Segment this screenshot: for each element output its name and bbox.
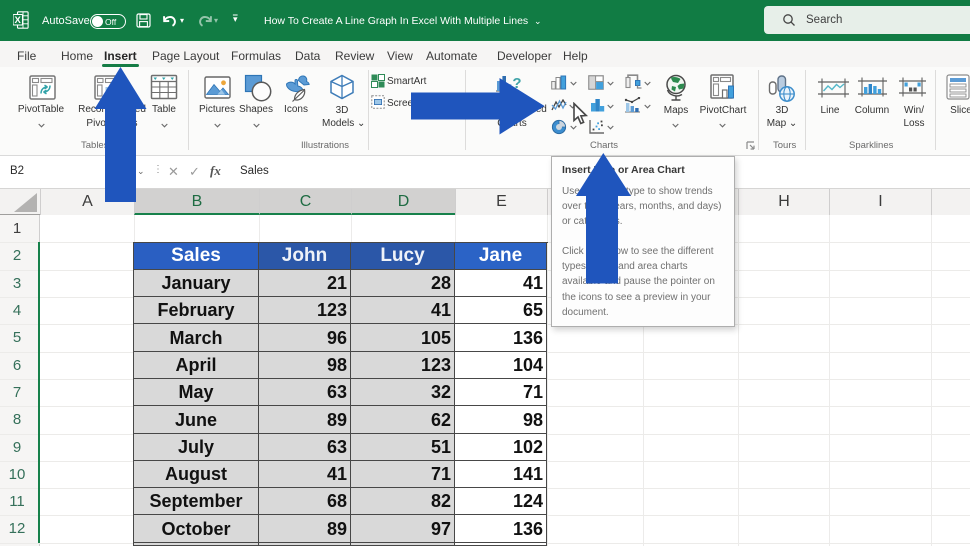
svg-text:X: X <box>15 15 22 26</box>
svg-text:?: ? <box>512 75 521 92</box>
